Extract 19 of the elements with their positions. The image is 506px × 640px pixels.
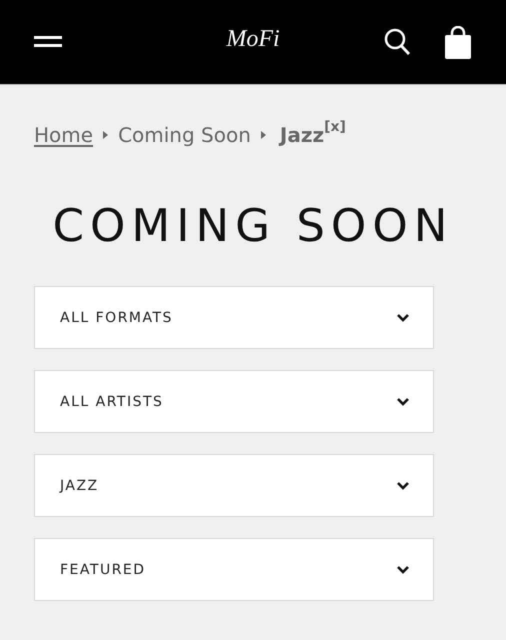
breadcrumb-link[interactable]: Coming Soon [118, 123, 251, 147]
page-title: COMING SOON [52, 199, 454, 252]
chevron-down-icon [397, 566, 409, 574]
breadcrumb-link[interactable]: Home [34, 123, 94, 147]
logo[interactable]: MoFi [226, 26, 280, 53]
filter-dropdown[interactable]: FEATURED [34, 538, 434, 601]
filter-dropdown[interactable]: JAZZ [34, 454, 434, 517]
chevron-down-icon [397, 314, 409, 322]
filter-dropdown[interactable]: ALL ARTISTS [34, 370, 434, 433]
chevron-icon [103, 131, 108, 139]
breadcrumb-current: Jazz [280, 123, 324, 147]
menu-icon[interactable] [34, 36, 62, 48]
chevron-icon [260, 131, 266, 139]
remove-filter-link[interactable]: [x] [324, 119, 346, 135]
filter-dropdown[interactable]: ALL FORMATS [34, 286, 434, 349]
search-icon[interactable] [384, 28, 411, 56]
chevron-down-icon [397, 482, 409, 490]
shopping-bag-icon[interactable] [445, 26, 471, 58]
chevron-down-icon [397, 398, 409, 406]
